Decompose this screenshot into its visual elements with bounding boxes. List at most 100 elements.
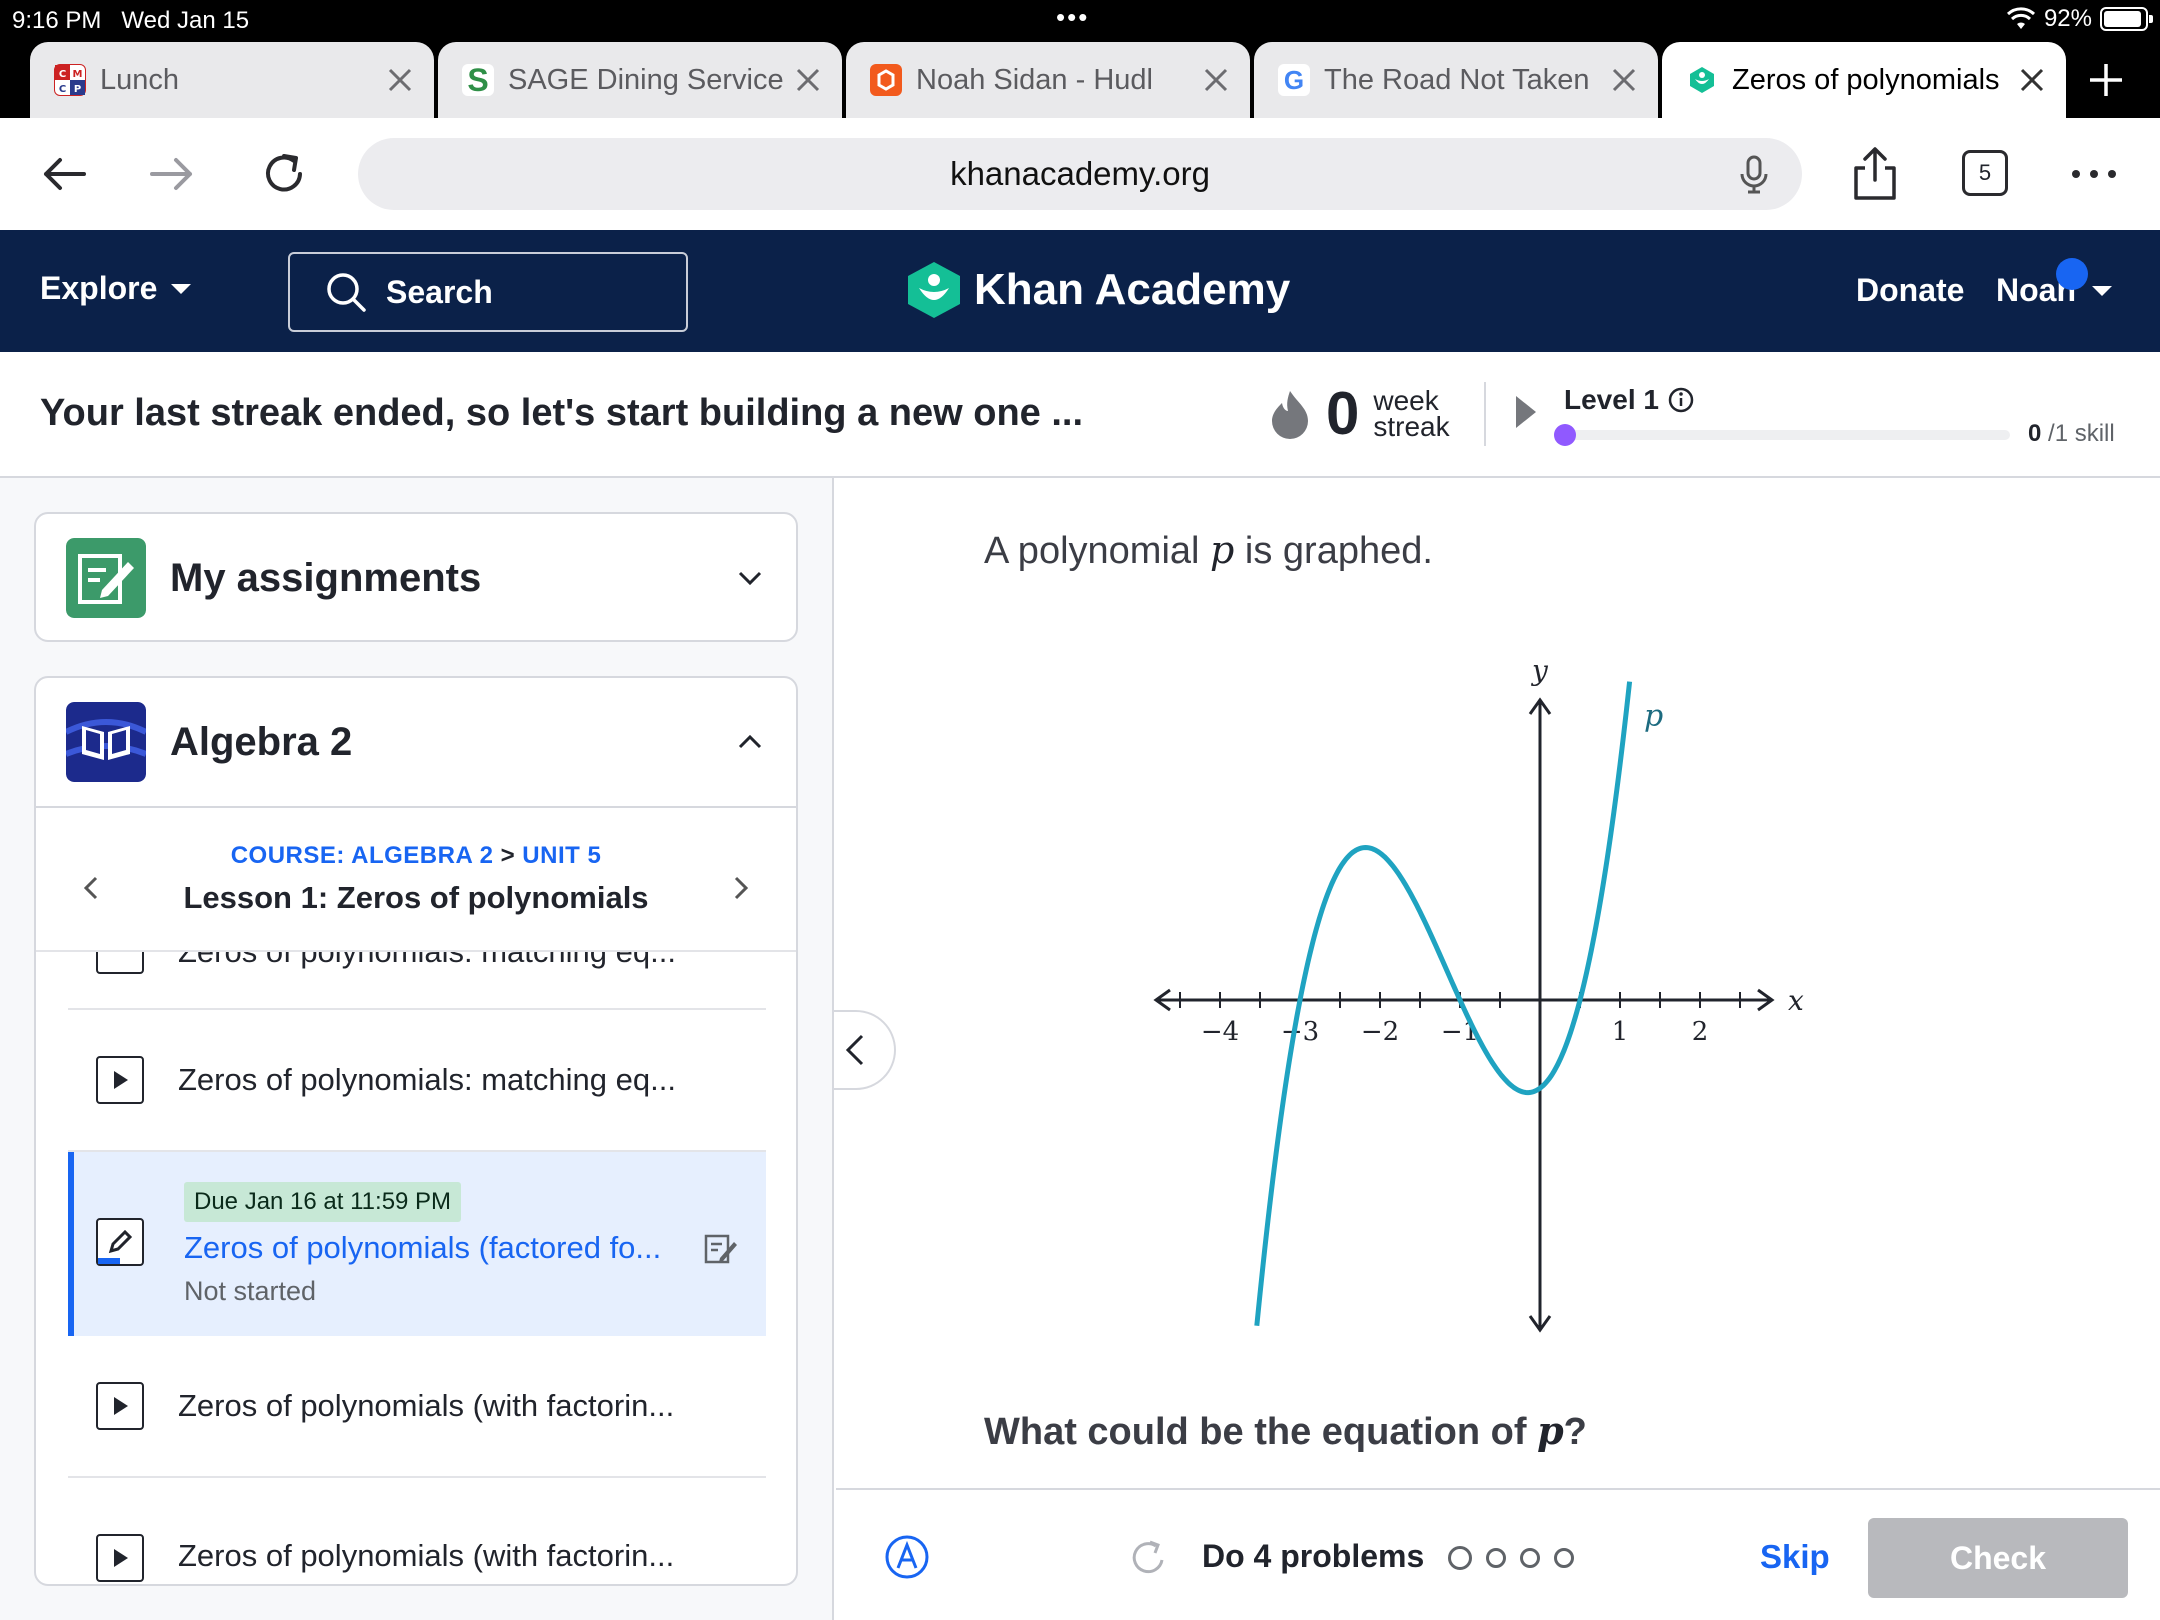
lesson-item[interactable]: Zeros of polynomials (with factorin... bbox=[68, 1336, 766, 1478]
x-tick-label: −4 bbox=[1201, 1017, 1239, 1047]
back-arrow-icon[interactable] bbox=[34, 144, 94, 204]
x-tick-label: −3 bbox=[1281, 1017, 1319, 1047]
site-header: Explore Search Khan Academy Donate Noah bbox=[0, 230, 2160, 352]
reload-icon[interactable] bbox=[254, 144, 314, 204]
khan-academy-logo[interactable]: Khan Academy bbox=[906, 260, 1290, 320]
tab-count-button[interactable]: 5 bbox=[1962, 150, 2008, 196]
chevron-right-icon[interactable] bbox=[722, 870, 758, 906]
tab-count: 5 bbox=[1978, 160, 1992, 185]
donate-link[interactable]: Donate bbox=[1856, 272, 1964, 309]
brand-name: Khan Academy bbox=[974, 265, 1291, 314]
course-sidebar: My assignments Algebra 2 COURSE: ALGEBRA… bbox=[0, 478, 834, 1620]
lesson-item[interactable]: Zeros of polynomials: matching eq... bbox=[68, 950, 766, 1010]
progress-dot bbox=[1520, 1548, 1540, 1568]
status-bar: 9:16 PM Wed Jan 15 ••• 92% bbox=[0, 0, 2160, 40]
tab-title: SAGE Dining Service bbox=[508, 63, 784, 96]
streak-message: Your last streak ended, so let's start b… bbox=[40, 392, 1084, 434]
url-text: khanacademy.org bbox=[950, 155, 1210, 192]
progress-dot bbox=[1486, 1548, 1506, 1568]
my-assignments-card[interactable]: My assignments bbox=[34, 512, 798, 642]
accessibility-icon[interactable] bbox=[884, 1534, 930, 1580]
battery-icon bbox=[2100, 7, 2153, 31]
lesson-item[interactable]: Zeros of polynomials: matching eq... bbox=[68, 1010, 766, 1152]
level-progress: Level 1 0 /1 skill bbox=[1514, 382, 2124, 462]
microphone-icon[interactable] bbox=[1732, 152, 1776, 196]
level-progress-bar bbox=[1554, 424, 2010, 446]
do-problems-label: Do 4 problems bbox=[1202, 1538, 1425, 1574]
more-options-icon[interactable] bbox=[2068, 156, 2120, 192]
skip-button[interactable]: Skip bbox=[1760, 1538, 1830, 1576]
chevron-down-icon[interactable] bbox=[732, 560, 768, 596]
divider bbox=[1484, 382, 1486, 446]
check-button[interactable]: Check bbox=[1868, 1518, 2128, 1598]
tab-title: Lunch bbox=[100, 63, 180, 96]
multitask-dots-icon[interactable]: ••• bbox=[1056, 2, 1089, 33]
tab-lunch[interactable]: CMCP Lunch bbox=[30, 42, 434, 118]
lesson-content-list: Zeros of polynomials: matching eq... Zer… bbox=[36, 950, 796, 1584]
chevron-down-icon bbox=[171, 283, 192, 294]
progress-dot bbox=[1554, 1548, 1574, 1568]
streak-bar: Your last streak ended, so let's start b… bbox=[0, 352, 2160, 478]
card-header[interactable]: Algebra 2 bbox=[66, 702, 352, 782]
close-icon[interactable] bbox=[2012, 60, 2052, 100]
polynomial-graph: −4 −3 −2 −1 1 2 p x y bbox=[1153, 654, 1804, 1333]
share-icon[interactable] bbox=[1846, 144, 1904, 204]
info-icon[interactable] bbox=[1667, 386, 1695, 414]
x-axis-label: x bbox=[1788, 984, 1804, 1017]
address-bar[interactable]: khanacademy.org bbox=[358, 138, 1802, 210]
breadcrumb-unit-link[interactable]: UNIT 5 bbox=[522, 842, 601, 869]
close-icon[interactable] bbox=[380, 60, 420, 100]
streak-unit: week streak bbox=[1373, 385, 1450, 442]
search-icon bbox=[327, 273, 366, 312]
collapse-sidebar-button[interactable] bbox=[834, 1010, 896, 1090]
exercise-icon bbox=[96, 952, 144, 974]
tab-hudl[interactable]: Noah Sidan - Hudl bbox=[846, 42, 1250, 118]
status-time: 9:16 PM Wed Jan 15 bbox=[12, 7, 250, 34]
tab-title: Noah Sidan - Hudl bbox=[916, 63, 1153, 96]
video-play-icon bbox=[96, 1534, 144, 1582]
search-placeholder: Search bbox=[386, 273, 493, 310]
close-icon[interactable] bbox=[1196, 60, 1236, 100]
browser-toolbar: khanacademy.org 5 bbox=[0, 118, 2160, 230]
flame-icon bbox=[1272, 391, 1308, 439]
notification-badge[interactable] bbox=[2056, 258, 2088, 290]
chevron-up-icon[interactable] bbox=[732, 724, 768, 760]
cmcp-logo-icon: CMCP bbox=[54, 64, 86, 96]
lesson-item-label: Zeros of polynomials: matching eq... bbox=[178, 950, 676, 969]
battery-percent: 92% bbox=[2043, 5, 2092, 32]
progress-dot bbox=[1448, 1546, 1472, 1570]
new-tab-icon[interactable] bbox=[2084, 58, 2128, 102]
play-triangle-icon[interactable] bbox=[1514, 394, 1538, 430]
tab-bar: CMCP Lunch S SAGE Dining Service Noah Si… bbox=[0, 40, 2160, 118]
lesson-item-label: Zeros of polynomials (with factorin... bbox=[178, 1388, 675, 1423]
close-icon[interactable] bbox=[788, 60, 828, 100]
x-tick-label: 2 bbox=[1692, 1017, 1709, 1047]
search-input[interactable]: Search bbox=[288, 252, 688, 332]
tab-zeros-of-polynomials[interactable]: Zeros of polynomials bbox=[1662, 42, 2066, 118]
close-icon[interactable] bbox=[1604, 60, 1644, 100]
lesson-navigator: COURSE: ALGEBRA 2 > UNIT 5 Lesson 1: Zer… bbox=[36, 806, 796, 950]
explore-label: Explore bbox=[40, 270, 158, 306]
lesson-item-label: Zeros of polynomials (factored fo... bbox=[184, 1230, 662, 1265]
explore-menu[interactable]: Explore bbox=[40, 270, 193, 307]
lesson-item-label: Zeros of polynomials (with factorin... bbox=[178, 1538, 675, 1573]
tab-road-not-taken[interactable]: G The Road Not Taken bbox=[1254, 42, 1658, 118]
lesson-title: Lesson 1: Zeros of polynomials bbox=[183, 880, 649, 915]
tab-sage[interactable]: S SAGE Dining Service bbox=[438, 42, 842, 118]
streak-number: 0 bbox=[1326, 380, 1360, 447]
breadcrumb-separator: > bbox=[500, 842, 516, 869]
problem-prompt: A polynomial p is graphed. bbox=[984, 528, 1433, 572]
refresh-icon[interactable] bbox=[1126, 1536, 1170, 1580]
forward-arrow-icon[interactable] bbox=[142, 144, 202, 204]
lesson-item-status: Not started bbox=[184, 1276, 317, 1306]
lesson-item-active[interactable]: Due Jan 16 at 11:59 PM Zeros of polynomi… bbox=[68, 1152, 766, 1336]
lesson-item[interactable]: Zeros of polynomials (with factorin... bbox=[68, 1478, 766, 1584]
svg-text:C: C bbox=[59, 69, 66, 80]
breadcrumb-course-link[interactable]: COURSE: ALGEBRA 2 bbox=[231, 842, 494, 869]
skill-count: 0 /1 skill bbox=[2028, 420, 2115, 447]
user-menu[interactable]: Noah bbox=[1996, 272, 2114, 309]
problem-progress-dots bbox=[1448, 1546, 1574, 1570]
x-tick-label: −2 bbox=[1361, 1017, 1399, 1047]
chevron-down-icon bbox=[2092, 285, 2112, 296]
streak-counter[interactable]: 0 week streak bbox=[1268, 384, 1450, 444]
